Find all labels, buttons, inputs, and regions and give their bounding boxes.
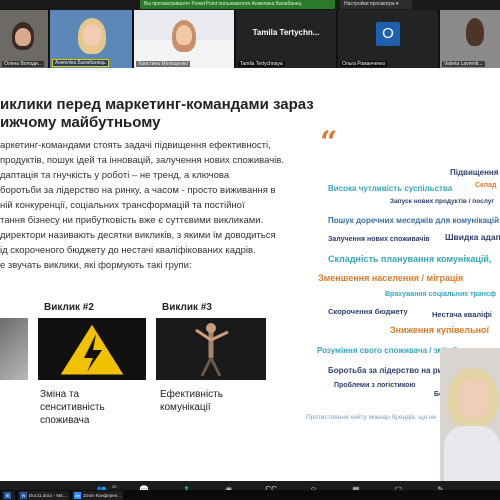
participant-name: Tamila Tertychnaya xyxy=(238,61,285,67)
cloud-phrase: Нестача кваліфі xyxy=(432,310,492,319)
card-title: Виклик #3 xyxy=(162,302,212,313)
participant-tile[interactable]: Олена Володи... xyxy=(0,10,48,68)
caption-line: комунікації xyxy=(160,402,211,413)
card-image xyxy=(38,318,146,380)
high-voltage-icon xyxy=(55,319,129,378)
cloud-phrase: Скорочення бюджету xyxy=(328,307,408,316)
card-image xyxy=(156,318,266,380)
participant-video xyxy=(466,18,484,46)
caption-line: Ефективність xyxy=(160,389,223,400)
task-label: Doc11.docx - Mic... xyxy=(29,492,68,498)
os-taskbar: ⊞ W Doc11.docx - Mic... zm Zoom Конферен..… xyxy=(0,490,500,500)
start-icon: ⊞ xyxy=(4,491,11,499)
caption-line: споживача xyxy=(40,415,90,426)
cloud-phrase: Пошук доречних меседжів для комунікацій xyxy=(328,216,499,225)
participant-tile[interactable]: O Ольга Романченко xyxy=(338,10,438,68)
cloud-phrase: Протистояння хейту міжнар.брендів, що не xyxy=(306,414,437,421)
zoom-icon: zm xyxy=(74,491,82,499)
cloud-phrase: Склад xyxy=(475,182,497,189)
card-image xyxy=(0,318,28,380)
shared-slide: иклики перед маркетинг-командами зараз и… xyxy=(0,68,500,481)
participant-tile[interactable]: Tamila Tertychn... Tamila Tertychnaya xyxy=(236,10,336,68)
cloud-phrase: Врахування соціальних трансф xyxy=(385,291,496,298)
word-icon: W xyxy=(20,491,27,499)
participant-big-label: Tamila Tertychn... xyxy=(252,28,320,37)
cloud-phrase: Підвищення xyxy=(450,168,499,177)
cloud-phrase: Зменшення населення / міграція xyxy=(318,273,464,283)
participant-name: Олена Володи... xyxy=(2,61,44,67)
card-caption: Ефективність комунікації xyxy=(160,388,223,414)
face-shape xyxy=(176,25,192,45)
participant-name: Valeria Lavrenti... xyxy=(442,61,485,67)
participant-gallery: Олена Володи... Анжеліка Балабанець Хрис… xyxy=(0,10,500,68)
face-shape xyxy=(15,28,31,46)
cloud-phrase: Запуск нових продуктів / послуг xyxy=(390,198,495,205)
task-label: Zoom Конферен... xyxy=(83,492,121,498)
cloud-phrase: Складність планування комунікацій, xyxy=(328,254,492,264)
participant-tile[interactable]: Христина Мілющенко xyxy=(134,10,234,68)
participant-avatar: O xyxy=(376,22,400,46)
participant-tile[interactable]: Анжеліка Балабанець xyxy=(50,10,132,68)
caption-line: сенситивність xyxy=(40,402,105,413)
face-shape xyxy=(83,24,101,46)
participant-tile[interactable]: Valeria Lavrenti... xyxy=(440,10,500,68)
viewing-notice: Вы просматриваете PowerPoint пользовател… xyxy=(140,0,335,9)
cloud-phrase: Проблеми з логістикою xyxy=(334,382,416,389)
participant-name: Анжеліка Балабанець xyxy=(52,59,109,67)
presenter-face xyxy=(458,378,490,418)
presenter-video[interactable] xyxy=(440,348,500,481)
taskbar-zoom[interactable]: zm Zoom Конферен... xyxy=(72,490,123,500)
participant-name: Ольга Романченко xyxy=(340,61,388,67)
card-title: Виклик #2 xyxy=(44,302,94,313)
card-caption: Зміна та сенситивність споживача xyxy=(40,388,105,427)
start-button[interactable]: ⊞ xyxy=(2,490,15,500)
screen-share-bar: Вы просматриваете PowerPoint пользовател… xyxy=(0,0,500,10)
participants-count: 52 xyxy=(112,484,117,489)
presenter-shirt xyxy=(444,426,500,481)
zoom-window: Вы просматриваете PowerPoint пользовател… xyxy=(0,0,500,500)
juggler-photo xyxy=(156,318,266,380)
caption-line: Зміна та xyxy=(40,389,80,400)
participant-name: Христина Мілющенко xyxy=(136,61,190,67)
cloud-phrase: Висока чутливість суспільства xyxy=(328,184,453,193)
cloud-phrase: Зниження купівельної xyxy=(390,325,490,335)
cloud-phrase: Залучення нових споживачів xyxy=(328,236,430,243)
cloud-phrase: Швидка адап xyxy=(445,232,500,242)
taskbar-word[interactable]: W Doc11.docx - Mic... xyxy=(18,490,70,500)
view-options-button[interactable]: Настройки просмотра ▾ xyxy=(340,0,412,9)
